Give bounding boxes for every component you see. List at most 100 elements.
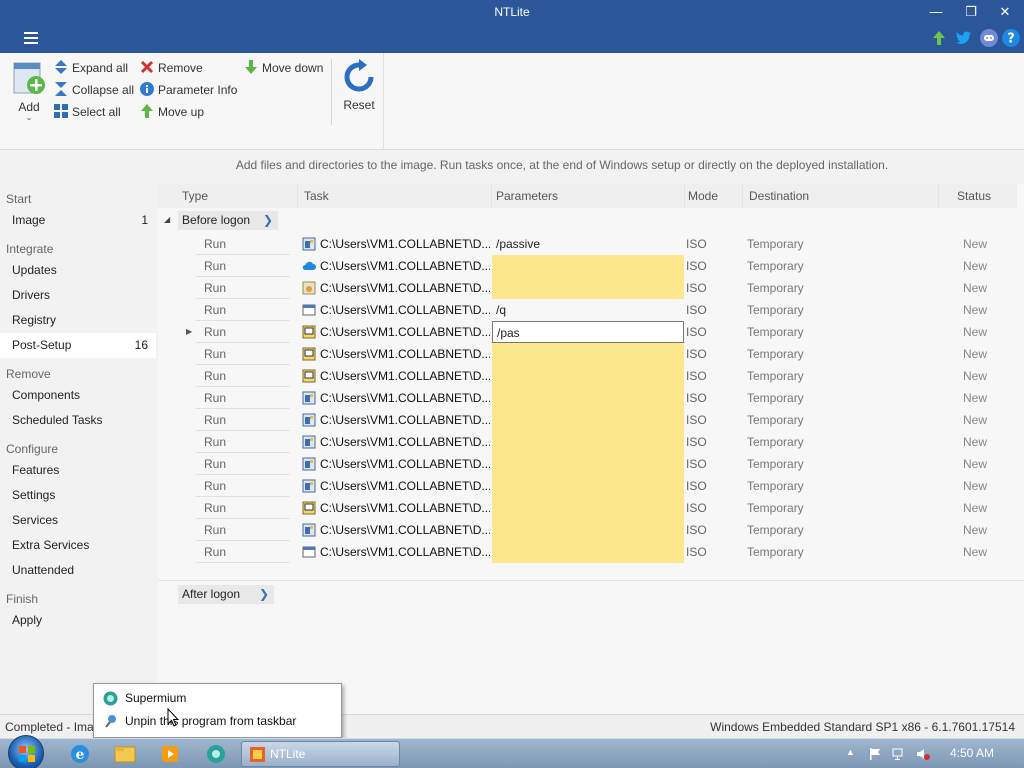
add-button[interactable]: Add ⌄ <box>10 59 48 123</box>
group-header-after-logon[interactable]: After logon ❯ <box>178 585 274 604</box>
chevron-right-icon: ❯ <box>258 587 269 601</box>
show-hidden-icons-icon[interactable]: ▲ <box>846 747 860 761</box>
cell-parameters[interactable] <box>492 431 684 453</box>
supermium-taskbar-icon[interactable] <box>196 742 236 766</box>
cell-parameters[interactable] <box>492 453 684 475</box>
cell-parameters[interactable] <box>492 343 684 365</box>
expand-all-button[interactable]: Expand all <box>54 58 128 78</box>
sidebar-item-drivers[interactable]: Drivers <box>0 283 156 308</box>
column-header-status[interactable]: Status <box>939 184 1017 208</box>
volume-muted-icon[interactable] <box>916 747 930 761</box>
sidebar-item-updates[interactable]: Updates <box>0 258 156 283</box>
sidebar-item-extra-services[interactable]: Extra Services <box>0 533 156 558</box>
file-explorer-icon[interactable] <box>105 742 145 766</box>
cell-status: New <box>963 545 988 559</box>
sidebar-item-post-setup[interactable]: Post-Setup 16 <box>0 333 156 358</box>
sidebar-item-services[interactable]: Services <box>0 508 156 533</box>
cell-parameters[interactable] <box>492 541 684 563</box>
media-player-icon[interactable] <box>150 742 190 766</box>
discord-icon[interactable] <box>980 29 998 47</box>
select-all-button[interactable]: Select all <box>54 102 121 122</box>
internet-explorer-icon[interactable]: e <box>60 742 100 766</box>
hamburger-menu-icon[interactable] <box>24 32 38 44</box>
cell-parameters[interactable] <box>492 475 684 497</box>
taskbar-clock[interactable]: 4:50 AM <box>950 746 994 760</box>
sidebar-item-registry[interactable]: Registry <box>0 308 156 333</box>
cell-parameters[interactable] <box>492 365 684 387</box>
cell-destination[interactable]: Temporary <box>747 519 897 541</box>
cell-destination[interactable]: Temporary <box>747 409 897 431</box>
cell-destination[interactable]: Temporary <box>747 431 897 453</box>
column-header-parameters[interactable]: Parameters <box>492 184 685 208</box>
cell-parameters[interactable] <box>492 519 684 541</box>
minimize-button[interactable]: — <box>923 3 949 21</box>
restore-button[interactable]: ❐ <box>958 3 984 21</box>
cell-parameters[interactable]: /q <box>492 299 684 321</box>
sidebar-item-components[interactable]: Components <box>0 383 156 408</box>
cell-parameters[interactable] <box>492 277 684 299</box>
table-row[interactable]: Run C:\Users\VM1.COLLABNET\D... ISO Tempora… <box>158 519 1024 541</box>
column-header-destination[interactable]: Destination <box>743 184 939 208</box>
table-row[interactable]: Run C:\Users\VM1.COLLABNET\D... ISO Tempora… <box>158 387 1024 409</box>
table-row[interactable]: Run C:\Users\VM1.COLLABNET\D... ISO Tempora… <box>158 541 1024 563</box>
cell-destination[interactable]: Temporary <box>747 255 897 277</box>
table-row[interactable]: Run C:\Users\VM1.COLLABNET\D... ISO Tempora… <box>158 409 1024 431</box>
twitter-icon[interactable] <box>955 29 973 47</box>
table-row[interactable]: Run C:\Users\VM1.COLLABNET\D... ISO Tempora… <box>158 343 1024 365</box>
sidebar-item-image[interactable]: Image 1 <box>0 208 156 233</box>
group-header-before-logon[interactable]: Before logon ❯ <box>178 211 278 230</box>
column-header-type[interactable]: Type <box>176 184 298 208</box>
cell-parameters[interactable] <box>492 387 684 409</box>
taskbar-app-ntlite[interactable]: NTLite <box>241 741 400 767</box>
table-row[interactable]: Run C:\Users\VM1.COLLABNET\D... ISO Tempora… <box>158 497 1024 519</box>
table-row[interactable]: Run C:\Users\VM1.COLLABNET\D... ISO Tempora… <box>158 431 1024 453</box>
cell-destination[interactable]: Temporary <box>747 365 897 387</box>
cell-destination[interactable]: Temporary <box>747 541 897 563</box>
sidebar-item-features[interactable]: Features <box>0 458 156 483</box>
start-button[interactable] <box>8 735 44 768</box>
column-header-mode[interactable]: Mode <box>685 184 743 208</box>
cell-destination[interactable]: Temporary <box>747 387 897 409</box>
reset-button[interactable]: Reset <box>340 59 378 123</box>
collapse-all-button[interactable]: Collapse all <box>54 80 134 100</box>
cell-destination[interactable]: Temporary <box>747 497 897 519</box>
move-up-button[interactable]: Move up <box>140 102 204 122</box>
sidebar-item-settings[interactable]: Settings <box>0 483 156 508</box>
remove-button[interactable]: Remove <box>140 58 203 78</box>
cell-destination[interactable]: Temporary <box>747 233 897 255</box>
context-item-supermium[interactable]: Supermium <box>94 687 341 709</box>
task-path: C:\Users\VM1.COLLABNET\D... <box>320 369 490 383</box>
cell-parameters[interactable]: /passive <box>492 233 684 255</box>
cell-parameters[interactable] <box>492 255 684 277</box>
column-header-task[interactable]: Task <box>298 184 492 208</box>
table-row[interactable]: ▶ Run C:\Users\VM1.COLLABNET\D.../pas ISO Te… <box>158 321 1024 343</box>
update-arrow-icon[interactable] <box>930 29 948 47</box>
cell-destination[interactable]: Temporary <box>747 475 897 497</box>
group-collapse-icon[interactable]: ◢ <box>164 215 170 224</box>
cell-destination[interactable]: Temporary <box>747 453 897 475</box>
table-row[interactable]: Run C:\Users\VM1.COLLABNET\D... ISO Tempora… <box>158 255 1024 277</box>
close-button[interactable]: ✕ <box>992 3 1018 21</box>
cell-destination[interactable]: Temporary <box>747 343 897 365</box>
sidebar-item-scheduled-tasks[interactable]: Scheduled Tasks <box>0 408 156 433</box>
table-row[interactable]: Run C:\Users\VM1.COLLABNET\D.../q ISO Tempo… <box>158 299 1024 321</box>
cell-destination[interactable]: Temporary <box>747 299 897 321</box>
parameters-edit-field[interactable]: /pas <box>492 321 684 343</box>
sidebar-item-unattended[interactable]: Unattended <box>0 558 156 583</box>
parameter-info-button[interactable]: Parameter Info <box>140 80 237 100</box>
help-icon[interactable]: ? <box>1002 29 1020 47</box>
table-row[interactable]: Run C:\Users\VM1.COLLABNET\D... ISO Tempora… <box>158 475 1024 497</box>
table-row[interactable]: Run C:\Users\VM1.COLLABNET\D.../passive IS… <box>158 233 1024 255</box>
table-row[interactable]: Run C:\Users\VM1.COLLABNET\D... ISO Tempora… <box>158 277 1024 299</box>
action-center-flag-icon[interactable] <box>868 747 882 761</box>
table-row[interactable]: Run C:\Users\VM1.COLLABNET\D... ISO Tempora… <box>158 453 1024 475</box>
network-icon[interactable] <box>892 747 906 761</box>
cell-destination[interactable]: Temporary <box>747 321 897 343</box>
context-item-unpin[interactable]: Unpin this program from taskbar <box>94 710 341 732</box>
sidebar-item-apply[interactable]: Apply <box>0 608 156 633</box>
move-down-button[interactable]: Move down <box>244 58 323 78</box>
cell-parameters[interactable] <box>492 497 684 519</box>
cell-parameters[interactable] <box>492 409 684 431</box>
cell-destination[interactable]: Temporary <box>747 277 897 299</box>
table-row[interactable]: Run C:\Users\VM1.COLLABNET\D... ISO Tempora… <box>158 365 1024 387</box>
